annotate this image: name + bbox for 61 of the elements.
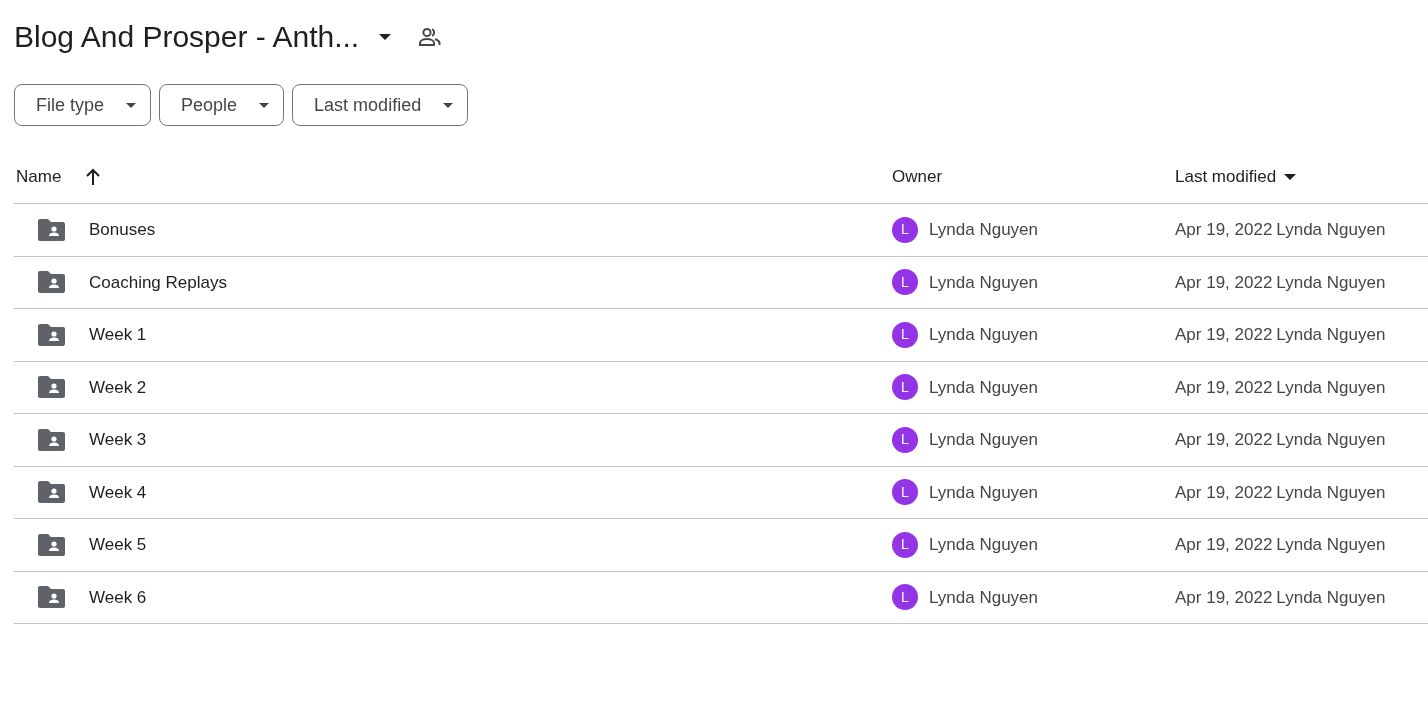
modified-by: Lynda Nguyen — [1276, 324, 1386, 346]
file-name[interactable]: Week 5 — [89, 532, 147, 558]
caret-icon — [259, 102, 270, 108]
folder-title: Blog And Prosper - Anth... — [14, 19, 360, 55]
shared-folder-icon — [38, 481, 65, 504]
filter-dropdown[interactable]: File type — [14, 84, 152, 126]
owner-avatar: L — [892, 374, 918, 401]
shared-folder-icon — [38, 533, 65, 556]
file-name[interactable]: Week 1 — [89, 322, 147, 348]
owner-name: Lynda Nguyen — [929, 481, 1038, 504]
caret-icon — [126, 102, 137, 108]
owner-name: Lynda Nguyen — [929, 534, 1038, 556]
shared-folder-icon — [38, 586, 65, 609]
filter-dropdown[interactable]: People — [159, 84, 285, 126]
modified-date: Apr 19, 2022 — [1175, 271, 1273, 294]
owner-avatar: L — [892, 531, 918, 558]
sort-menu-caret-icon[interactable] — [1284, 173, 1297, 180]
shared-folder-icon — [38, 271, 65, 294]
owner-name: Lynda Nguyen — [929, 376, 1038, 399]
modified-date: Apr 19, 2022 — [1175, 324, 1273, 346]
filter-dropdown[interactable]: Last modified — [292, 84, 469, 126]
modified-by: Lynda Nguyen — [1276, 481, 1386, 504]
file-name[interactable]: Week 2 — [89, 374, 147, 400]
file-name[interactable]: Bonuses — [89, 217, 156, 243]
modified-by: Lynda Nguyen — [1276, 429, 1386, 451]
sort-arrow-icon[interactable] — [85, 167, 102, 186]
shared-folder-icon — [38, 218, 65, 241]
shared-folder-icon — [38, 323, 65, 346]
owner-name: Lynda Nguyen — [929, 429, 1038, 451]
file-name[interactable]: Coaching Replays — [89, 269, 227, 295]
modified-date: Apr 19, 2022 — [1175, 376, 1273, 399]
file-name[interactable]: Week 6 — [89, 584, 147, 610]
modified-by: Lynda Nguyen — [1276, 376, 1386, 399]
owner-name: Lynda Nguyen — [929, 219, 1038, 241]
owner-name: Lynda Nguyen — [929, 271, 1038, 294]
owner-avatar: L — [892, 321, 918, 348]
caret-icon — [379, 34, 392, 40]
owner-name: Lynda Nguyen — [929, 586, 1038, 609]
modified-date: Apr 19, 2022 — [1175, 534, 1273, 556]
column-header[interactable]: Name — [16, 163, 62, 190]
modified-by: Lynda Nguyen — [1276, 271, 1386, 294]
owner-avatar: L — [892, 584, 918, 611]
file-name[interactable]: Week 4 — [89, 479, 147, 505]
modified-date: Apr 19, 2022 — [1175, 586, 1273, 609]
modified-date: Apr 19, 2022 — [1175, 219, 1273, 241]
owner-avatar: L — [892, 479, 918, 506]
modified-date: Apr 19, 2022 — [1175, 481, 1273, 504]
owner-avatar: L — [892, 269, 918, 296]
column-header[interactable]: Owner — [892, 163, 943, 190]
modified-by: Lynda Nguyen — [1276, 534, 1386, 556]
shared-folder-icon — [38, 428, 65, 451]
shared-folder-icon — [38, 376, 65, 399]
column-header[interactable]: Last modified — [1175, 163, 1277, 190]
owner-avatar: L — [892, 426, 918, 453]
owner-avatar: L — [892, 216, 918, 243]
caret-icon — [443, 102, 454, 108]
modified-by: Lynda Nguyen — [1276, 219, 1386, 241]
owner-name: Lynda Nguyen — [929, 324, 1038, 346]
modified-by: Lynda Nguyen — [1276, 586, 1386, 609]
modified-date: Apr 19, 2022 — [1175, 429, 1273, 451]
file-name[interactable]: Week 3 — [89, 427, 147, 453]
